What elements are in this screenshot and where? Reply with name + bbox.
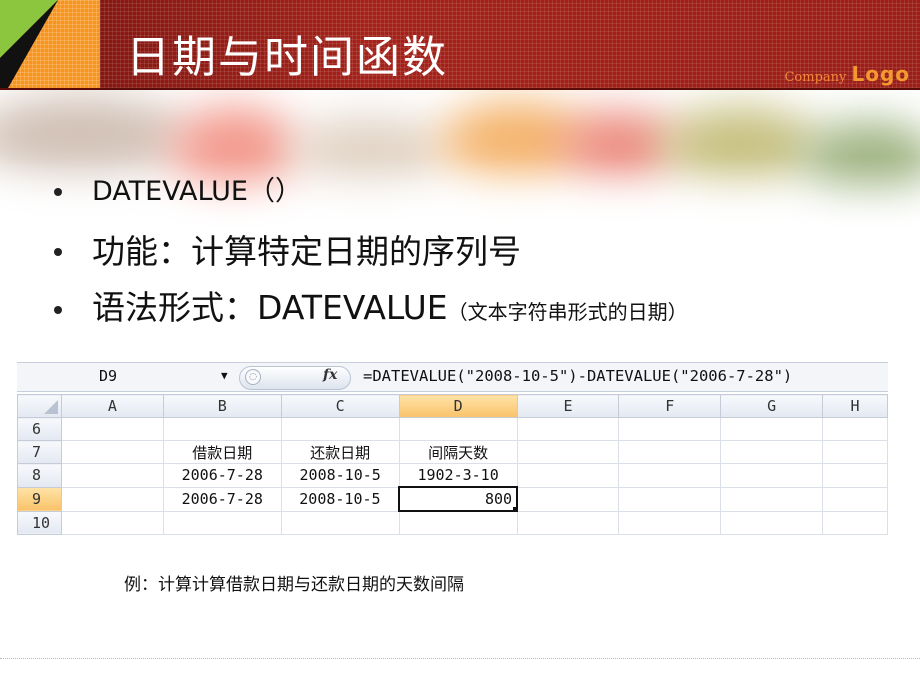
cell[interactable] xyxy=(618,440,722,464)
cell[interactable] xyxy=(618,510,722,535)
column-header[interactable]: B xyxy=(162,394,282,418)
active-cell-value: 800 xyxy=(484,490,513,508)
cell[interactable] xyxy=(822,417,888,441)
cell[interactable] xyxy=(516,486,620,512)
column-header[interactable]: E xyxy=(516,394,620,418)
bullet-text: 语法形式：DATEVALUE xyxy=(92,288,448,327)
cell[interactable] xyxy=(516,440,620,464)
table-row: 7 借款日期 还款日期 间隔天数 xyxy=(17,440,888,464)
cell[interactable]: 2006-7-28 xyxy=(162,463,282,488)
column-header-row: A B C D E F G H xyxy=(17,394,888,418)
bullet-dot-icon xyxy=(54,248,62,256)
formula-bar: D9 ▼ ◌ fx =DATEVALUE("2008-10-5")-DATEVA… xyxy=(17,362,888,392)
cell[interactable] xyxy=(60,440,164,464)
cell[interactable]: 借款日期 xyxy=(162,440,282,464)
cell[interactable] xyxy=(516,463,620,488)
bullet-dot-icon xyxy=(54,188,62,196)
cell[interactable] xyxy=(618,417,722,441)
cell[interactable] xyxy=(822,486,888,512)
footer-divider xyxy=(0,658,920,659)
cell[interactable] xyxy=(720,463,824,488)
company-logo: Company Logo xyxy=(784,62,910,86)
example-caption: 例：计算计算借款日期与还款日期的天数间隔 xyxy=(124,575,464,595)
cell[interactable]: 1902-3-10 xyxy=(398,463,518,488)
cell[interactable] xyxy=(618,463,722,488)
dropdown-arrow-icon[interactable]: ▼ xyxy=(221,365,228,387)
table-row: 10 xyxy=(17,510,888,535)
company-text: Company xyxy=(784,70,847,85)
row-header[interactable]: 9 xyxy=(17,486,62,512)
fx-icon[interactable]: fx xyxy=(323,367,337,383)
bullet-item: DATEVALUE（） xyxy=(54,172,302,212)
triangle-icon xyxy=(43,400,58,414)
cell[interactable] xyxy=(60,417,164,441)
cell[interactable] xyxy=(720,510,824,535)
decorative-fade xyxy=(0,90,920,240)
cell[interactable] xyxy=(280,510,400,535)
bullet-item: 语法形式：DATEVALUE（文本字符串形式的日期） xyxy=(54,286,688,334)
bullet-text: DATEVALUE（） xyxy=(92,176,302,207)
cell[interactable] xyxy=(280,417,400,441)
cell[interactable] xyxy=(60,463,164,488)
cell[interactable] xyxy=(618,486,722,512)
cell[interactable] xyxy=(516,510,620,535)
cell[interactable] xyxy=(398,510,518,535)
cell-grid: A B C D E F G H 6 7 借款日期 还款日期 间隔天数 8 200… xyxy=(17,394,888,535)
cell[interactable] xyxy=(822,510,888,535)
cell[interactable] xyxy=(516,417,620,441)
column-header[interactable]: D xyxy=(398,394,518,418)
cell[interactable] xyxy=(720,417,824,441)
cell[interactable] xyxy=(398,417,518,441)
bullet-item: 功能：计算特定日期的序列号 xyxy=(54,230,521,274)
bullet-small-text: （文本字符串形式的日期） xyxy=(447,300,688,324)
fill-handle[interactable] xyxy=(512,506,516,509)
table-row: 8 2006-7-28 2008-10-5 1902-3-10 xyxy=(17,463,888,488)
cell[interactable] xyxy=(60,486,164,512)
column-header[interactable]: F xyxy=(618,394,722,418)
cell[interactable] xyxy=(162,417,282,441)
table-row: 9 2006-7-28 2008-10-5 800 xyxy=(17,486,888,512)
circle-icon[interactable]: ◌ xyxy=(245,369,261,385)
name-box[interactable]: D9 ▼ xyxy=(17,365,237,387)
table-row: 6 xyxy=(17,417,888,441)
spreadsheet: D9 ▼ ◌ fx =DATEVALUE("2008-10-5")-DATEVA… xyxy=(17,362,888,550)
select-all-corner[interactable] xyxy=(17,394,62,418)
column-header[interactable]: H xyxy=(822,394,888,418)
cell[interactable] xyxy=(60,510,164,535)
cell[interactable]: 还款日期 xyxy=(280,440,400,464)
cell[interactable] xyxy=(720,486,824,512)
active-cell[interactable]: 800 xyxy=(398,486,519,512)
bullet-text: 功能：计算特定日期的序列号 xyxy=(92,232,521,271)
corner-decoration xyxy=(0,0,100,88)
column-header[interactable]: A xyxy=(60,394,164,418)
cell[interactable] xyxy=(162,510,282,535)
cell[interactable] xyxy=(822,463,888,488)
cell[interactable]: 2008-10-5 xyxy=(280,463,400,488)
fx-area: ◌ fx xyxy=(239,366,359,390)
column-header[interactable]: C xyxy=(280,394,400,418)
row-header[interactable]: 7 xyxy=(17,440,62,464)
row-header[interactable]: 10 xyxy=(17,510,62,535)
bullet-dot-icon xyxy=(54,306,62,314)
cell[interactable]: 2006-7-28 xyxy=(162,486,282,512)
row-header[interactable]: 6 xyxy=(17,417,62,441)
slide-title: 日期与时间函数 xyxy=(126,32,448,83)
name-box-value: D9 xyxy=(99,367,118,385)
cell[interactable]: 2008-10-5 xyxy=(280,486,400,512)
row-header[interactable]: 8 xyxy=(17,463,62,488)
logo-text: Logo xyxy=(851,62,910,86)
cell[interactable]: 间隔天数 xyxy=(398,440,518,464)
cell[interactable] xyxy=(720,440,824,464)
cell[interactable] xyxy=(822,440,888,464)
column-header[interactable]: G xyxy=(720,394,824,418)
formula-input[interactable]: =DATEVALUE("2008-10-5")-DATEVALUE("2006-… xyxy=(363,365,792,387)
